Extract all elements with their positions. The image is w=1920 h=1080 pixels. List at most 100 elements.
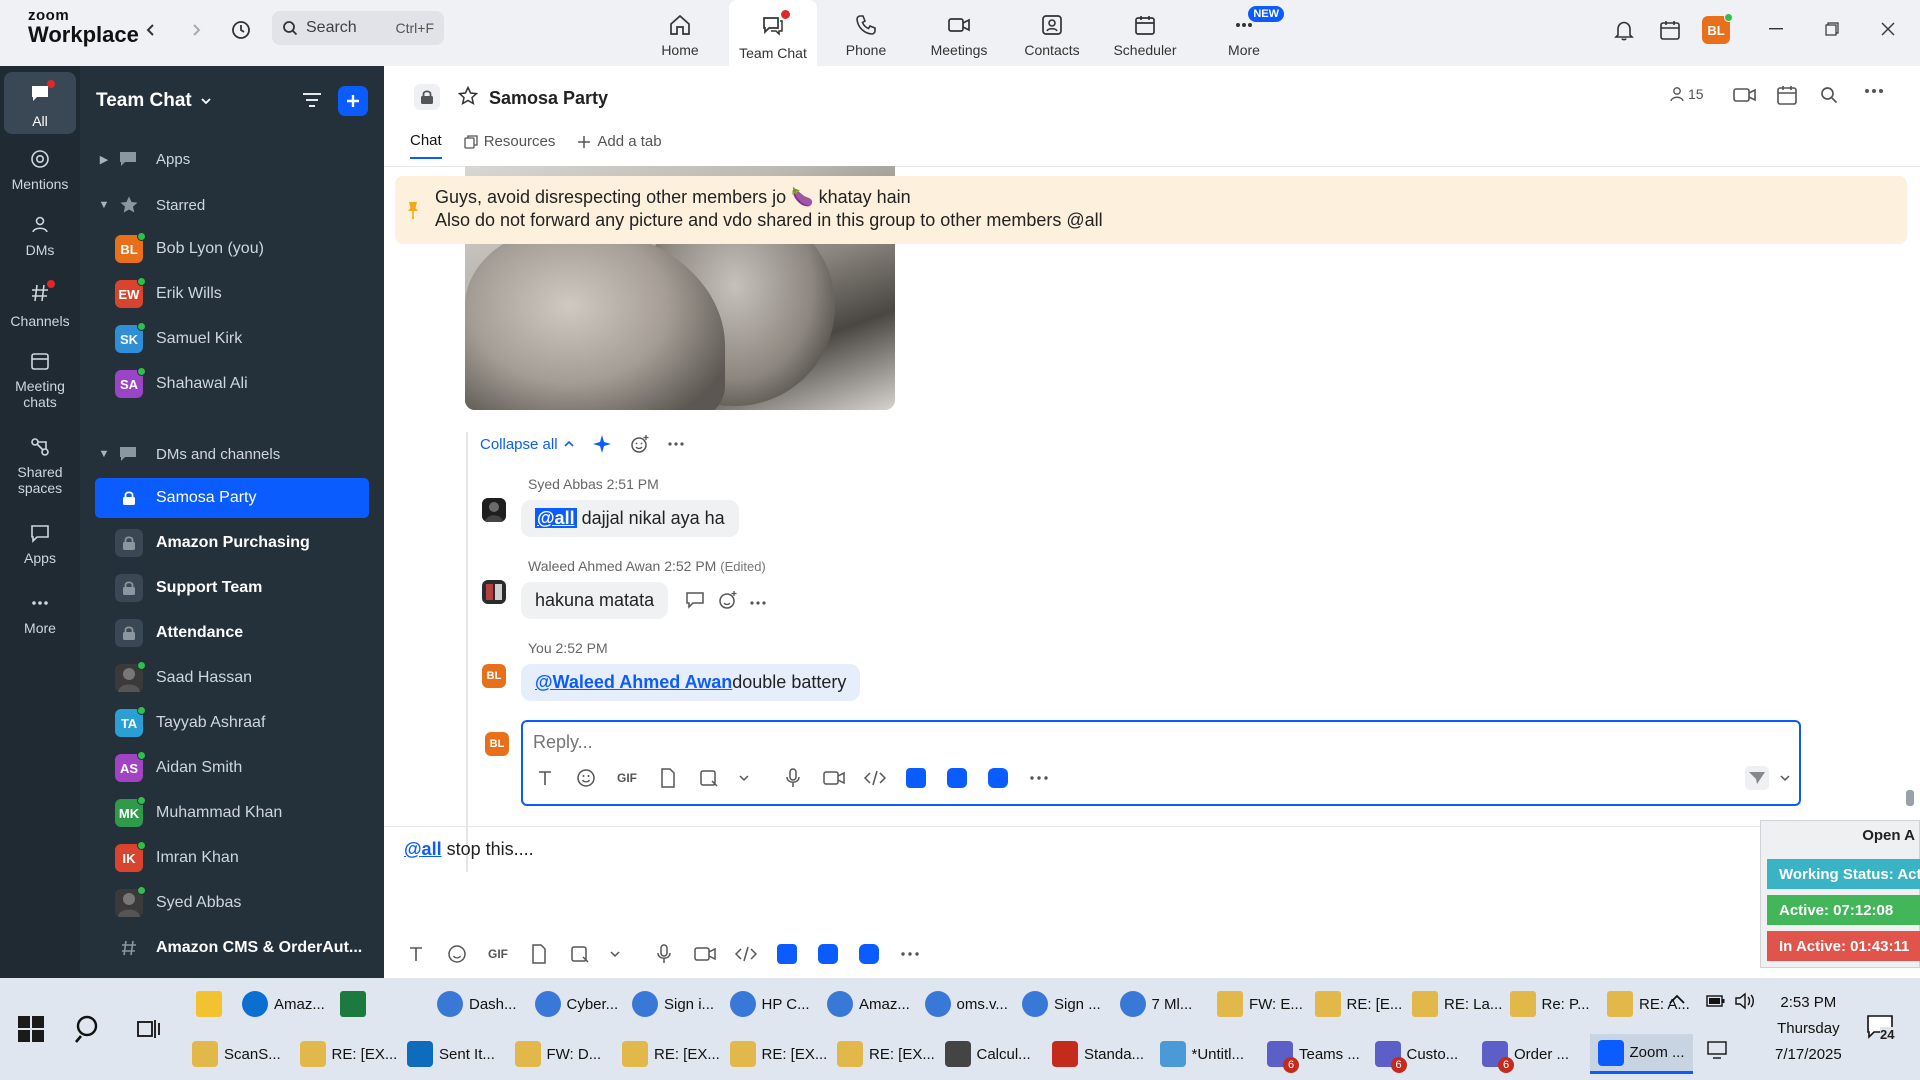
nav-scheduler[interactable]: Scheduler (1101, 0, 1189, 66)
taskbar-app-button[interactable]: *Untitl... (1159, 1034, 1244, 1074)
sidebar-item-channel[interactable]: Attendance (95, 613, 369, 653)
microphone-icon[interactable] (652, 942, 676, 966)
sidebar-item-channel[interactable]: MK Muhammad Khan (95, 793, 369, 833)
send-icon[interactable] (1745, 766, 1769, 790)
app-shortcut-icon[interactable] (986, 766, 1010, 790)
sidebar-item-channel[interactable]: Syed Abbas (95, 883, 369, 923)
tab-resources[interactable]: Resources (464, 133, 555, 158)
search-icon[interactable] (74, 1014, 104, 1049)
taskbar-app-button[interactable]: oms.v... (924, 984, 1008, 1024)
tab-chat[interactable]: Chat (410, 132, 442, 159)
mention-tag[interactable]: @all (535, 508, 577, 528)
task-view-icon[interactable] (136, 1016, 162, 1047)
video-message-icon[interactable] (822, 766, 846, 790)
rail-meeting-chats[interactable]: Meeting chats (4, 350, 76, 410)
sidebar-item-channel[interactable]: Samosa Party (95, 478, 369, 518)
rail-all[interactable]: All (4, 72, 76, 134)
sidebar-item-starred[interactable]: SK Samuel Kirk (95, 319, 369, 359)
chevron-down-icon[interactable] (609, 942, 621, 966)
screenshot-icon[interactable] (697, 766, 721, 790)
star-outline-icon[interactable] (457, 85, 479, 111)
battery-icon[interactable] (1706, 994, 1726, 1013)
system-clock[interactable]: 2:53 PM Thursday 7/17/2025 (1775, 990, 1842, 1068)
screenshot-icon[interactable] (568, 942, 592, 966)
reply-input[interactable] (533, 730, 1633, 754)
taskbar-app-button[interactable]: Zoom ... (1589, 1034, 1693, 1074)
taskbar-app-button[interactable]: 6 Order ... (1482, 1034, 1569, 1074)
chevron-down-icon[interactable] (738, 766, 750, 790)
video-call-icon[interactable] (1733, 86, 1757, 104)
taskbar-app-button[interactable]: RE: [EX... (729, 1034, 827, 1074)
mention-tag[interactable]: @Waleed Ahmed Awan (535, 672, 732, 692)
app-shortcut-icon[interactable] (857, 942, 881, 966)
nav-home[interactable]: Home (636, 0, 724, 66)
rail-dms[interactable]: DMs (4, 214, 76, 258)
pinned-message-banner[interactable]: Guys, avoid disrespecting other members … (395, 176, 1907, 244)
sidebar-item-channel[interactable]: Saad Hassan (95, 658, 369, 698)
more-options-icon[interactable] (1027, 766, 1051, 790)
emoji-icon[interactable] (574, 766, 598, 790)
file-icon[interactable] (656, 766, 680, 790)
taskbar-app-button[interactable]: Sent It... (407, 1034, 495, 1074)
app-shortcut-icon[interactable] (775, 942, 799, 966)
tab-add[interactable]: Add a tab (577, 133, 662, 158)
taskbar-app-button[interactable]: FW: D... (514, 1034, 601, 1074)
rail-apps[interactable]: Apps (4, 522, 76, 566)
nav-more[interactable]: More NEW (1200, 0, 1288, 66)
composer-draft-text[interactable]: @all stop this.... (404, 839, 534, 860)
more-options-icon[interactable] (667, 442, 684, 446)
taskbar-app-button[interactable]: RE: [E... (1314, 984, 1402, 1024)
speaker-icon[interactable] (1734, 992, 1758, 1015)
emoji-react-icon[interactable] (718, 590, 738, 610)
more-options-icon[interactable] (1864, 88, 1884, 94)
profile-avatar[interactable]: BL (1700, 13, 1733, 46)
chevron-down-icon[interactable] (1779, 766, 1791, 790)
search-box[interactable]: Search Ctrl+F (272, 11, 444, 45)
taskbar-file-explorer[interactable] (196, 984, 222, 1024)
section-apps[interactable]: ▶ Apps (95, 139, 369, 179)
taskbar-app-button[interactable]: 6 Teams ... (1267, 1034, 1360, 1074)
back-arrow-icon[interactable] (135, 14, 167, 46)
emoji-react-icon[interactable] (630, 434, 650, 454)
taskbar-app-button[interactable]: RE: [EX... (299, 1034, 397, 1074)
message-bubble[interactable]: hakuna matata (521, 582, 669, 619)
video-message-icon[interactable] (693, 942, 717, 966)
taskbar-app-button[interactable]: ScanS... (192, 1034, 281, 1074)
taskbar-app-button[interactable]: Standa... (1052, 1034, 1144, 1074)
taskbar-app-button[interactable]: Amaz... (242, 984, 325, 1024)
text-format-icon[interactable] (404, 942, 428, 966)
app-shortcut-icon[interactable] (904, 766, 928, 790)
nav-team-chat[interactable]: Team Chat (729, 0, 817, 66)
text-format-icon[interactable] (533, 766, 557, 790)
message-bubble[interactable]: @all dajjal nikal aya ha (521, 500, 739, 537)
sidebar-item-starred[interactable]: BL Bob Lyon (you) (95, 229, 369, 269)
sidebar-item-channel[interactable]: Amazon CMS & OrderAut... (95, 928, 369, 968)
section-dms-channels[interactable]: ▼ DMs and channels (95, 434, 369, 474)
member-count-button[interactable]: 15 (1670, 86, 1704, 102)
chevron-up-icon[interactable] (1668, 992, 1686, 1010)
mention-tag[interactable]: @all (404, 839, 442, 859)
gif-icon[interactable]: GIF (615, 766, 639, 790)
restore-button[interactable] (1814, 14, 1850, 44)
rail-mentions[interactable]: Mentions (4, 146, 76, 192)
avatar[interactable]: BL (482, 664, 506, 688)
taskbar-app-button[interactable]: Sign ... (1022, 984, 1101, 1024)
taskbar-app-button[interactable]: Calcul... (944, 1034, 1031, 1074)
rail-channels[interactable]: Channels (4, 280, 76, 329)
taskbar-app-button[interactable]: RE: La... (1412, 984, 1502, 1024)
sidebar-title[interactable]: Team Chat (96, 90, 212, 112)
calendar-icon[interactable] (1776, 84, 1798, 106)
taskbar-app-button[interactable]: Amaz... (827, 984, 910, 1024)
minimize-button[interactable] (1758, 14, 1794, 44)
close-button[interactable] (1870, 14, 1906, 44)
sidebar-item-channel[interactable]: AS Aidan Smith (95, 748, 369, 788)
taskbar-app-button[interactable]: RE: [EX... (837, 1034, 935, 1074)
sidebar-item-channel[interactable]: IK Imran Khan (95, 838, 369, 878)
channel-title[interactable]: Samosa Party (489, 88, 608, 109)
code-icon[interactable] (863, 766, 887, 790)
taskbar-app-button[interactable]: RE: [EX... (622, 1034, 720, 1074)
scrollbar-thumb[interactable] (1906, 790, 1914, 806)
taskbar-app-button[interactable]: 6 Custo... (1374, 1034, 1458, 1074)
ai-sparkle-icon[interactable] (592, 434, 612, 454)
taskbar-app-button[interactable]: 7 Ml... (1119, 984, 1192, 1024)
